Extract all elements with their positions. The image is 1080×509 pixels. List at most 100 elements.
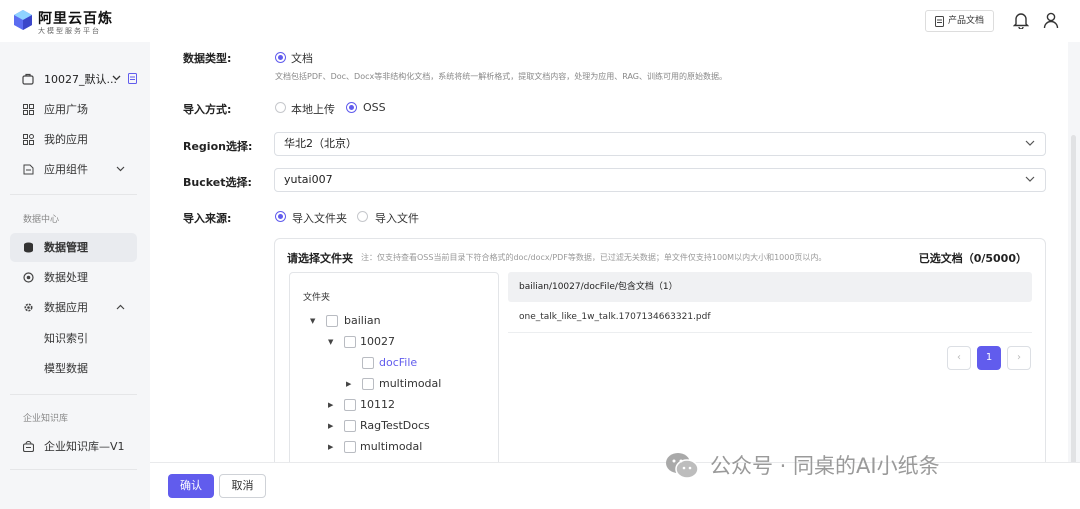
tree-node-ragtestdocs[interactable]: ▶ RagTestDocs bbox=[328, 418, 488, 434]
document-icon bbox=[935, 16, 944, 27]
region-select[interactable]: 华北2（北京） bbox=[274, 132, 1046, 156]
tree-node-label: bailian bbox=[344, 314, 381, 327]
sidebar-item-label: 知识索引 bbox=[44, 332, 88, 345]
workspace-selector[interactable]: 10027_默认... bbox=[44, 71, 117, 87]
region-value: 华北2（北京） bbox=[284, 137, 357, 150]
data-type-doc-radio[interactable] bbox=[275, 52, 286, 63]
tree-node-label: 10027 bbox=[360, 335, 395, 348]
sidebar-item-knowledge-index[interactable]: 知识索引 bbox=[10, 324, 137, 353]
chevron-down-icon[interactable] bbox=[112, 75, 121, 81]
import-local-radio[interactable] bbox=[275, 102, 286, 113]
sidebar-item-app-components[interactable]: 应用组件 bbox=[10, 155, 137, 184]
tree-node-10027[interactable]: ▼ 10027 bbox=[328, 334, 488, 350]
workspace-icon bbox=[22, 73, 34, 85]
panel-title: 请选择文件夹 bbox=[287, 252, 353, 265]
sidebar-item-label: 数据处理 bbox=[44, 271, 88, 284]
sidebar-divider bbox=[10, 194, 137, 195]
expand-arrow-icon[interactable]: ▶ bbox=[346, 376, 351, 392]
sidebar-item-label: 应用组件 bbox=[44, 163, 88, 176]
sidebar: 10027_默认... 应用广场 我的应用 应用组件 数据中心 数据管理 数据处… bbox=[0, 42, 148, 509]
expand-arrow-icon[interactable]: ▶ bbox=[328, 397, 333, 413]
source-folder-radio[interactable] bbox=[275, 211, 286, 222]
tree-node-label: RagTestDocs bbox=[360, 419, 430, 432]
sidebar-item-data-application[interactable]: 数据应用 bbox=[10, 293, 137, 322]
sidebar-item-data-management[interactable]: 数据管理 bbox=[10, 233, 137, 262]
sidebar-item-enterprise-kb[interactable]: 企业知识库—V1 bbox=[10, 432, 137, 461]
confirm-button[interactable]: 确认 bbox=[168, 474, 214, 498]
database-icon bbox=[24, 242, 33, 253]
data-type-doc-text: 文档 bbox=[291, 52, 313, 65]
sidebar-item-model-data[interactable]: 模型数据 bbox=[10, 354, 137, 383]
folder-select-panel: 请选择文件夹 注：仅支持查看OSS当前目录下符合格式的doc/docx/PDF等… bbox=[274, 238, 1046, 462]
tree-header: 文件夹 bbox=[303, 293, 331, 303]
gear-icon bbox=[24, 303, 33, 312]
expand-arrow-icon[interactable]: ▼ bbox=[310, 313, 315, 329]
tree-node-label: multimodal bbox=[379, 377, 442, 390]
import-local-text: 本地上传 bbox=[291, 103, 335, 116]
component-icon bbox=[23, 164, 34, 175]
product-docs-button[interactable]: 产品文档 bbox=[925, 10, 994, 32]
panel-note: 注：仅支持查看OSS当前目录下符合格式的doc/docx/PDF等数据，已过滤无… bbox=[361, 253, 827, 262]
tree-node-10112[interactable]: ▶ 10112 bbox=[328, 397, 488, 413]
source-file-text: 导入文件 bbox=[375, 212, 419, 225]
tree-checkbox[interactable] bbox=[362, 357, 374, 369]
form-footer: 确认 取消 bbox=[150, 462, 1080, 509]
sidebar-item-my-apps[interactable]: 我的应用 bbox=[10, 125, 137, 154]
tree-node-label: multimodal bbox=[360, 440, 423, 453]
sidebar-item-label: 企业知识库—V1 bbox=[44, 440, 125, 453]
chevron-down-icon bbox=[1025, 176, 1035, 182]
section-label-data-center: 数据中心 bbox=[23, 215, 60, 225]
expand-arrow-icon[interactable]: ▶ bbox=[328, 439, 333, 455]
data-type-hint: 文档包括PDF、Doc、Docx等非结构化文档，系统将统一解析格式，提取文档内容… bbox=[275, 72, 727, 81]
tree-node-label: docFile bbox=[379, 356, 418, 369]
folder-tree: 文件夹 ▼ bailian ▼ 10027 docFile ▶ multimod… bbox=[289, 272, 499, 462]
import-form: 数据类型: 文档 文档包括PDF、Doc、Docx等非结构化文档，系统将统一解析… bbox=[150, 42, 1068, 462]
tree-checkbox[interactable] bbox=[362, 378, 374, 390]
import-oss-text: OSS bbox=[363, 101, 386, 114]
tree-checkbox[interactable] bbox=[344, 420, 356, 432]
user-icon[interactable] bbox=[1043, 12, 1059, 29]
chevron-up-icon bbox=[116, 304, 125, 310]
sidebar-item-data-processing[interactable]: 数据处理 bbox=[10, 263, 137, 292]
sidebar-item-app-plaza[interactable]: 应用广场 bbox=[10, 95, 137, 124]
tree-node-docfile[interactable]: docFile bbox=[362, 355, 482, 371]
file-list-item[interactable]: one_talk_like_1w_talk.1707134663321.pdf bbox=[508, 302, 1032, 333]
page-1-button[interactable]: 1 bbox=[977, 346, 1001, 370]
wechat-icon bbox=[666, 453, 699, 479]
workspace-doc-icon[interactable] bbox=[128, 73, 137, 84]
brand-subtitle: 大模型服务平台 bbox=[38, 27, 101, 35]
watermark-text: 公众号 · 同桌的AI小纸条 bbox=[710, 454, 940, 478]
sidebar-divider bbox=[10, 394, 137, 395]
chevron-down-icon bbox=[1025, 140, 1035, 146]
tree-node-multimodal[interactable]: ▶ multimodal bbox=[346, 376, 486, 392]
sidebar-divider bbox=[10, 469, 137, 470]
tree-checkbox[interactable] bbox=[326, 315, 338, 327]
apps-icon bbox=[23, 134, 34, 145]
grid-icon bbox=[23, 104, 34, 115]
sidebar-item-label: 数据管理 bbox=[44, 241, 88, 254]
tree-node-bailian[interactable]: ▼ bailian bbox=[310, 313, 490, 329]
bucket-value: yutai007 bbox=[284, 173, 333, 186]
bell-icon[interactable] bbox=[1013, 12, 1029, 29]
cancel-button[interactable]: 取消 bbox=[219, 474, 266, 498]
bucket-label: Bucket选择: bbox=[183, 176, 252, 189]
import-method-label: 导入方式: bbox=[183, 103, 232, 116]
knowledge-base-icon bbox=[23, 441, 34, 452]
bucket-select[interactable]: yutai007 bbox=[274, 168, 1046, 192]
processing-icon bbox=[23, 272, 34, 283]
tree-checkbox[interactable] bbox=[344, 399, 356, 411]
tree-checkbox[interactable] bbox=[344, 336, 356, 348]
tree-checkbox[interactable] bbox=[344, 441, 356, 453]
expand-arrow-icon[interactable]: ▼ bbox=[328, 334, 333, 350]
import-oss-radio[interactable] bbox=[346, 102, 357, 113]
prev-page-button[interactable]: ‹ bbox=[947, 346, 971, 370]
expand-arrow-icon[interactable]: ▶ bbox=[328, 418, 333, 434]
top-bar: 阿里云百炼 大模型服务平台 产品文档 bbox=[0, 0, 1080, 42]
source-file-radio[interactable] bbox=[357, 211, 368, 222]
tree-node-multimodal-2[interactable]: ▶ multimodal bbox=[328, 439, 488, 455]
scrollbar[interactable] bbox=[1071, 135, 1076, 495]
brand-logo-icon bbox=[14, 10, 32, 30]
chevron-down-icon bbox=[116, 166, 125, 172]
next-page-button[interactable]: › bbox=[1007, 346, 1031, 370]
sidebar-item-label: 数据应用 bbox=[44, 301, 88, 314]
